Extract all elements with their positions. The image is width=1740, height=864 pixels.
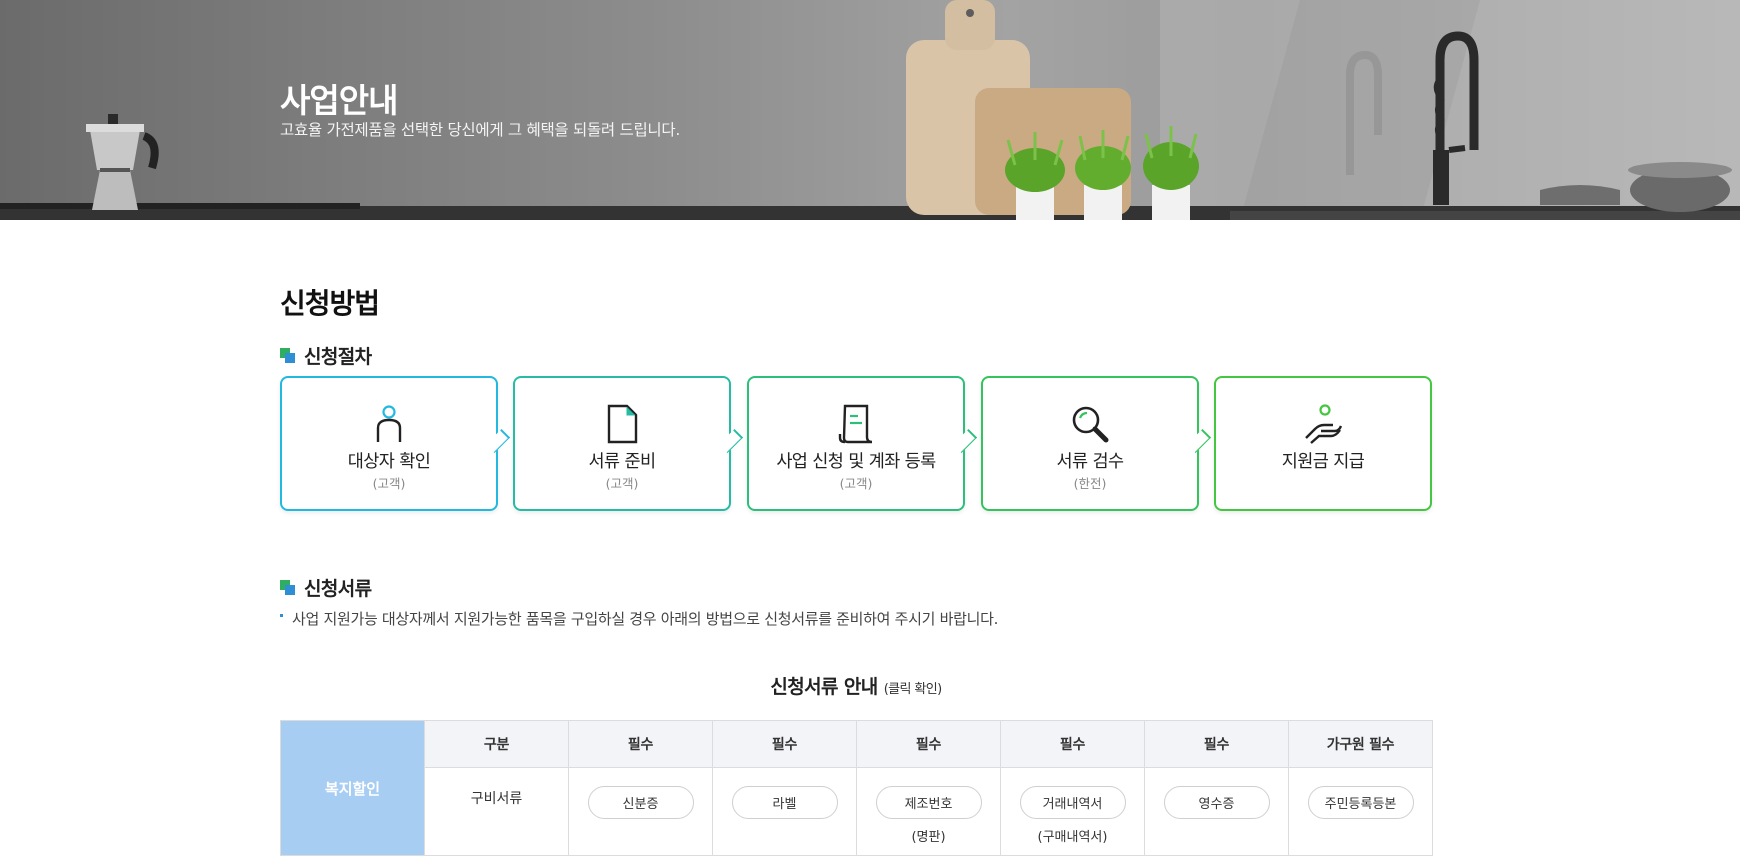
table-cell: 라벨 xyxy=(712,767,857,856)
doc-note: (명판) xyxy=(911,830,946,845)
column-header: 필수 xyxy=(1144,720,1289,768)
doc-id-card-button[interactable]: 신분증 xyxy=(587,786,694,819)
table-cell: 주민등록등본 xyxy=(1288,767,1433,856)
table-header-row: 복지할인 구분 필수 필수 필수 필수 필수 가구원 필수 xyxy=(280,720,1433,856)
doc-label-button[interactable]: 라벨 xyxy=(731,786,838,819)
document-icon xyxy=(607,404,638,444)
column-header: 필수 xyxy=(712,720,857,768)
kitchen-background-image xyxy=(0,0,1740,220)
search-icon xyxy=(1072,406,1109,443)
doc-receipt-button[interactable]: 영수증 xyxy=(1163,786,1270,819)
table-cell: 제조번호 (명판) xyxy=(856,767,1001,856)
documents-description: 사업 지원가능 대상자께서 지원가능한 품목을 구입하실 경우 아래의 방법으로… xyxy=(280,608,998,629)
step-target-check: 대상자 확인 (고객) xyxy=(280,376,498,511)
documents-heading-text: 신청서류 xyxy=(304,578,372,600)
step-label: 대상자 확인 xyxy=(347,452,431,472)
table-cell: 거래내역서 (구매내역서) xyxy=(1000,767,1145,856)
documents-table: 복지할인 구분 필수 필수 필수 필수 필수 가구원 필수 구비서류 신분증 라… xyxy=(280,720,1433,856)
doc-resident-registration-button[interactable]: 주민등록등본 xyxy=(1307,786,1414,819)
column-header: 필수 xyxy=(856,720,1001,768)
step-document-prep: 서류 준비 (고객) xyxy=(513,376,731,511)
table-title-text: 신청서류 안내 xyxy=(770,676,878,698)
step-label: 서류 검수 xyxy=(1056,452,1125,472)
step-actor: (고객) xyxy=(605,476,639,491)
person-icon xyxy=(376,405,402,442)
hand-coin-icon xyxy=(1305,404,1343,444)
table-row: 구비서류 신분증 라벨 제조번호 (명판) 거래내역서 (구매내역서) 영수증 … xyxy=(281,767,1433,856)
row-header-welfare: 복지할인 xyxy=(280,720,425,856)
step-subsidy-payment: 지원금 지급 xyxy=(1214,376,1432,511)
procedure-heading-text: 신청절차 xyxy=(304,346,372,368)
hero-banner: 사업안내 고효율 가전제품을 선택한 당신에게 그 혜택을 되돌려 드립니다. xyxy=(0,0,1740,220)
page-title: 신청방법 xyxy=(280,287,380,320)
procedure-heading: 신청절차 xyxy=(280,342,372,369)
table-title-note: (클릭 확인) xyxy=(883,682,943,697)
table-cell: 신분증 xyxy=(568,767,713,856)
step-apply-account: 사업 신청 및 계좌 등록 (고객) xyxy=(747,376,965,511)
doc-transaction-statement-button[interactable]: 거래내역서 xyxy=(1019,786,1126,819)
step-actor: (고객) xyxy=(839,476,873,491)
step-label: 서류 준비 xyxy=(588,452,657,472)
hero-title: 사업안내 xyxy=(280,81,398,120)
step-label: 지원금 지급 xyxy=(1281,452,1365,472)
step-document-review: 서류 검수 (한전) xyxy=(981,376,1199,511)
documents-heading: 신청서류 xyxy=(280,574,372,601)
doc-serial-number-button[interactable]: 제조번호 xyxy=(875,786,982,819)
column-header: 필수 xyxy=(568,720,713,768)
column-header: 구분 xyxy=(424,720,569,768)
procedure-steps: 대상자 확인 (고객) 서류 준비 (고객) 사업 신청 및 계좌 등록 (고객… xyxy=(280,376,1432,511)
step-actor: (한전) xyxy=(1073,476,1107,491)
section-square-icon xyxy=(280,347,296,364)
table-title: 신청서류 안내 (클릭 확인) xyxy=(280,672,1432,699)
doc-note: (구매내역서) xyxy=(1037,830,1108,845)
column-header: 필수 xyxy=(1000,720,1145,768)
kind-cell: 구비서류 xyxy=(424,767,569,856)
section-square-icon xyxy=(280,579,296,596)
table-cell: 영수증 xyxy=(1144,767,1289,856)
column-header: 가구원 필수 xyxy=(1288,720,1433,768)
step-actor: (고객) xyxy=(372,476,406,491)
hero-subtitle: 고효율 가전제품을 선택한 당신에게 그 혜택을 되돌려 드립니다. xyxy=(280,121,680,139)
step-label: 사업 신청 및 계좌 등록 xyxy=(776,452,936,472)
receipt-icon xyxy=(838,404,873,444)
